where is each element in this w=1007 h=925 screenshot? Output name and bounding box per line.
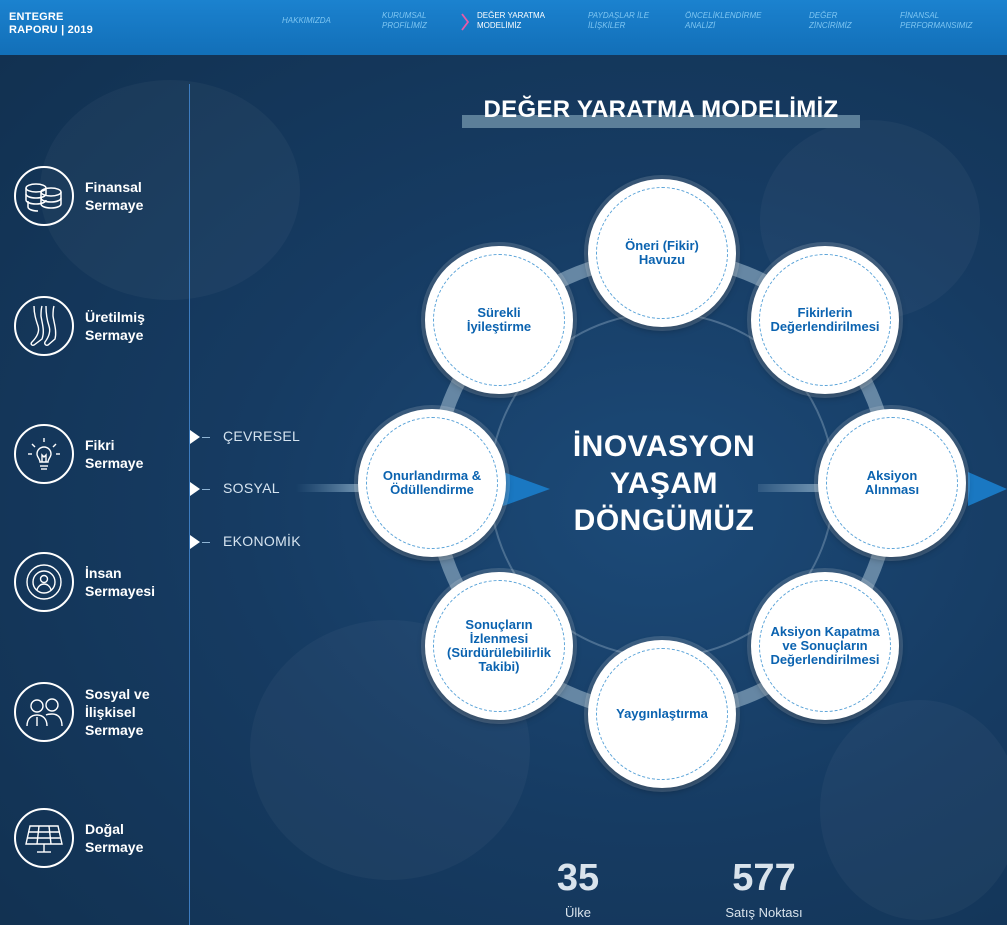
stage-yayginlastirma[interactable]: Yaygınlaştırma <box>588 640 736 788</box>
stage-oneri-havuzu[interactable]: Öneri (Fikir) Havuzu <box>588 179 736 327</box>
left-arrow-icon <box>503 472 550 506</box>
cycle-center-title: İNOVASYON YAŞAM DÖNGÜMÜZ <box>572 430 756 537</box>
stage-label: Aksiyon Alınması <box>864 468 920 497</box>
left-connector <box>296 484 360 492</box>
stage-label: Sonuçların İzlenmesi (Sürdürülebilirlik Tak… <box>446 617 551 674</box>
stage-label: Aksiyon Kapatma ve Sonuçların Değerlendiri… <box>770 624 880 667</box>
stage-label: Onurlandırma & Ödüllendirme <box>382 468 482 497</box>
stat-country-label: Ülke <box>564 905 591 920</box>
stage-label: Fikirlerin Değerlendirilmesi <box>770 305 880 334</box>
stage-sonuclarin-izlenmesi[interactable]: Sonuçların İzlenmesi (Sürdürülebilirlik Tak… <box>425 572 573 720</box>
stage-fikirlerin-degerlendirilmesi[interactable]: Fikirlerin Değerlendirilmesi <box>751 246 899 394</box>
right-arrow-icon <box>968 472 1007 506</box>
stage-aksiyon-kapatma[interactable]: Aksiyon Kapatma ve Sonuçların Değerlendiri… <box>751 572 899 720</box>
stat-sales-points-label: Satış Noktası <box>725 905 803 920</box>
stat-sales-points-count: 577 <box>732 857 796 899</box>
stat-country-count: 35 <box>556 857 600 899</box>
stage-label: Öneri (Fikir) Havuzu <box>625 238 699 267</box>
stage-surekli-iyilestirme[interactable]: Sürekli İyileştirme <box>425 246 573 394</box>
stage-aksiyon-alinmasi[interactable]: Aksiyon Alınması <box>818 409 966 557</box>
stage-label: Sürekli İyileştirme <box>466 305 532 334</box>
stage-label: Yaygınlaştırma <box>616 706 708 721</box>
stage-onurlandirma-odullendirme[interactable]: Onurlandırma & Ödüllendirme <box>358 409 506 557</box>
